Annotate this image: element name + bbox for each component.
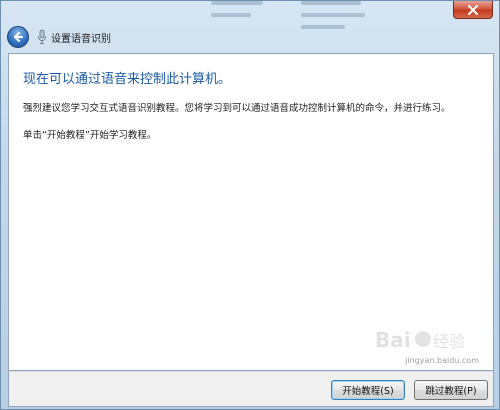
start-tutorial-button[interactable]: 开始教程(S) [331, 380, 405, 400]
window-title: 设置语音识别 [51, 34, 111, 45]
skip-tutorial-button[interactable]: 跳过教程(P) [414, 380, 488, 400]
close-icon [468, 4, 478, 15]
background-blur-left [211, 1, 271, 53]
svg-text:Bai: Bai [375, 328, 411, 352]
dialog-footer: 开始教程(S) 跳过教程(P) [8, 371, 494, 407]
microphone-icon [38, 29, 46, 44]
description-paragraph: 强烈建议您学习交互式语音识别教程。您将学习到可以通过语音成功控制计算机的命令，并… [23, 103, 451, 114]
window-frame: 设置语音识别 现在可以通过语音来控制此计算机。 强烈建议您学习交互式语音识别教程… [0, 0, 500, 410]
back-button[interactable] [7, 26, 29, 48]
instruction-paragraph: 单击“开始教程”开始学习教程。 [23, 130, 157, 141]
background-blur-right [301, 1, 371, 53]
baidu-watermark-logo: Bai 经验 [375, 328, 465, 352]
svg-text:经验: 经验 [433, 332, 465, 351]
watermark-url: jingyan.baidu.com [405, 356, 479, 365]
back-arrow-icon [14, 32, 23, 42]
close-button[interactable] [453, 1, 493, 19]
page-heading: 现在可以通过语音来控制此计算机。 [23, 72, 232, 87]
